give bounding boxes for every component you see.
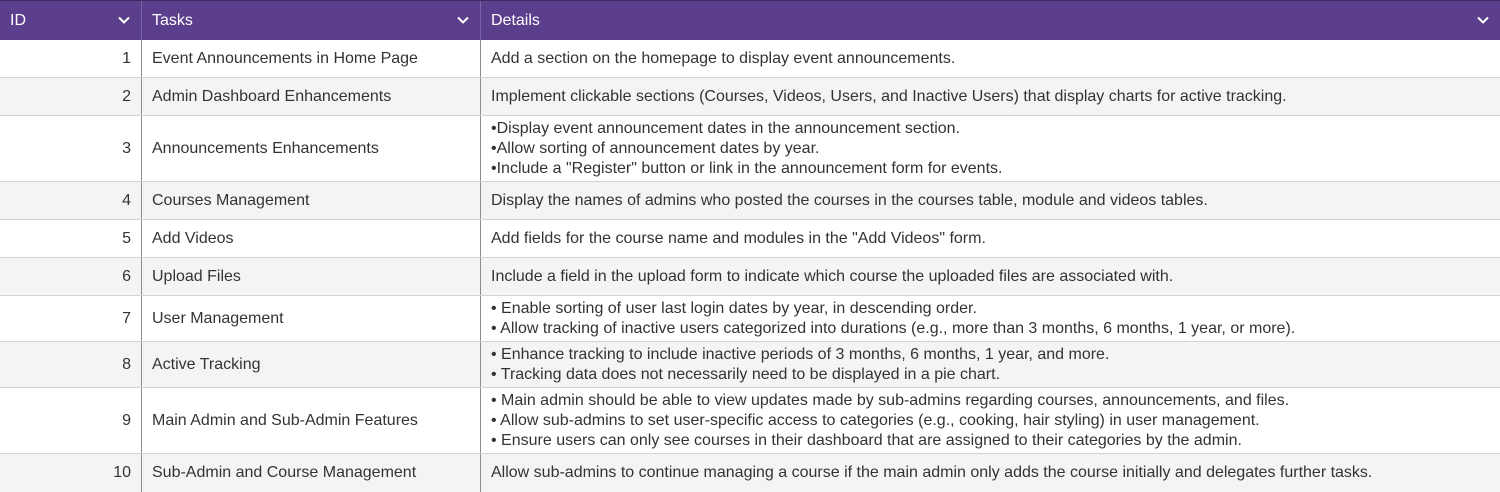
table-row[interactable]: 2 Admin Dashboard Enhancements Implement c…	[0, 78, 1500, 116]
details-line: Include a field in the upload form to in…	[491, 267, 1174, 285]
cell-details[interactable]: • Enhance tracking to include inactive p…	[481, 342, 1500, 387]
details-line: •Include a "Register" button or link in …	[491, 159, 1003, 177]
cell-task[interactable]: Announcements Enhancements	[142, 116, 481, 181]
details-line: •Allow sorting of announcement dates by …	[491, 139, 820, 157]
cell-details[interactable]: Add fields for the course name and modul…	[481, 220, 1500, 257]
details-line: Add a section on the homepage to display…	[491, 49, 956, 67]
cell-task[interactable]: Admin Dashboard Enhancements	[142, 78, 481, 115]
details-line: • Main admin should be able to view upda…	[491, 391, 1290, 409]
cell-details[interactable]: •Display event announcement dates in the…	[481, 116, 1500, 181]
column-header-details[interactable]: Details	[481, 1, 1500, 40]
table-row[interactable]: 3 Announcements Enhancements •Display even…	[0, 116, 1500, 182]
cell-task[interactable]: Main Admin and Sub-Admin Features	[142, 388, 481, 453]
cell-task[interactable]: Active Tracking	[142, 342, 481, 387]
cell-details[interactable]: Include a field in the upload form to in…	[481, 258, 1500, 295]
chevron-down-icon[interactable]	[117, 13, 131, 27]
cell-task[interactable]: Add Videos	[142, 220, 481, 257]
details-line: • Allow sub-admins to set user-specific …	[491, 411, 1260, 429]
cell-id[interactable]: 10	[0, 454, 142, 492]
cell-id[interactable]: 9	[0, 388, 142, 453]
cell-task[interactable]: Upload Files	[142, 258, 481, 295]
cell-task[interactable]: User Management	[142, 296, 481, 341]
cell-details[interactable]: Add a section on the homepage to display…	[481, 40, 1500, 77]
table-row[interactable]: 10 Sub-Admin and Course Management Allow s…	[0, 454, 1500, 492]
column-header-id[interactable]: ID	[0, 1, 142, 40]
cell-id[interactable]: 8	[0, 342, 142, 387]
details-line: Allow sub-admins to continue managing a …	[491, 464, 1373, 481]
cell-id[interactable]: 4	[0, 182, 142, 219]
table-header: ID Tasks Details	[0, 0, 1500, 40]
cell-task[interactable]: Sub-Admin and Course Management	[142, 454, 481, 492]
details-line: Implement clickable sections (Courses, V…	[491, 87, 1287, 105]
cell-id[interactable]: 7	[0, 296, 142, 341]
details-line: Display the names of admins who posted t…	[491, 191, 1208, 209]
column-header-tasks-label: Tasks	[152, 11, 193, 29]
details-line: • Enhance tracking to include inactive p…	[491, 345, 1110, 363]
cell-details[interactable]: Implement clickable sections (Courses, V…	[481, 78, 1500, 115]
cell-details[interactable]: Allow sub-admins to continue managing a …	[481, 454, 1500, 492]
column-header-details-label: Details	[491, 11, 540, 29]
cell-task[interactable]: Courses Management	[142, 182, 481, 219]
column-header-tasks[interactable]: Tasks	[142, 1, 481, 40]
table-row[interactable]: 9 Main Admin and Sub-Admin Features • Main…	[0, 388, 1500, 454]
cell-id[interactable]: 5	[0, 220, 142, 257]
table-row[interactable]: 1 Event Announcements in Home Page Add a s…	[0, 40, 1500, 78]
table-body: 1 Event Announcements in Home Page Add a s…	[0, 40, 1500, 492]
cell-details[interactable]: • Enable sorting of user last login date…	[481, 296, 1500, 341]
table-row[interactable]: 7 User Management • Enable sorting of user…	[0, 296, 1500, 342]
details-line: Add fields for the course name and modul…	[491, 229, 986, 247]
table-row[interactable]: 5 Add Videos Add fields for the course nam…	[0, 220, 1500, 258]
cell-id[interactable]: 2	[0, 78, 142, 115]
cell-details[interactable]: Display the names of admins who posted t…	[481, 182, 1500, 219]
details-line: • Ensure users can only see courses in t…	[491, 431, 1242, 449]
details-line: • Tracking data does not necessarily nee…	[491, 365, 1001, 383]
column-header-id-label: ID	[10, 11, 26, 29]
details-line: • Allow tracking of inactive users categ…	[491, 319, 1296, 337]
table-row[interactable]: 6 Upload Files Include a field in the uplo…	[0, 258, 1500, 296]
table-row[interactable]: 8 Active Tracking • Enhance tracking to in…	[0, 342, 1500, 388]
details-line: • Enable sorting of user last login date…	[491, 299, 977, 317]
table-row[interactable]: 4 Courses Management Display the names of …	[0, 182, 1500, 220]
tasks-table: ID Tasks Details 1 Event Announcements in…	[0, 0, 1500, 492]
cell-id[interactable]: 6	[0, 258, 142, 295]
cell-id[interactable]: 1	[0, 40, 142, 77]
chevron-down-icon[interactable]	[1476, 13, 1490, 27]
cell-id[interactable]: 3	[0, 116, 142, 181]
cell-details[interactable]: • Main admin should be able to view upda…	[481, 388, 1500, 453]
cell-task[interactable]: Event Announcements in Home Page	[142, 40, 481, 77]
details-line: •Display event announcement dates in the…	[491, 119, 961, 137]
chevron-down-icon[interactable]	[456, 13, 470, 27]
